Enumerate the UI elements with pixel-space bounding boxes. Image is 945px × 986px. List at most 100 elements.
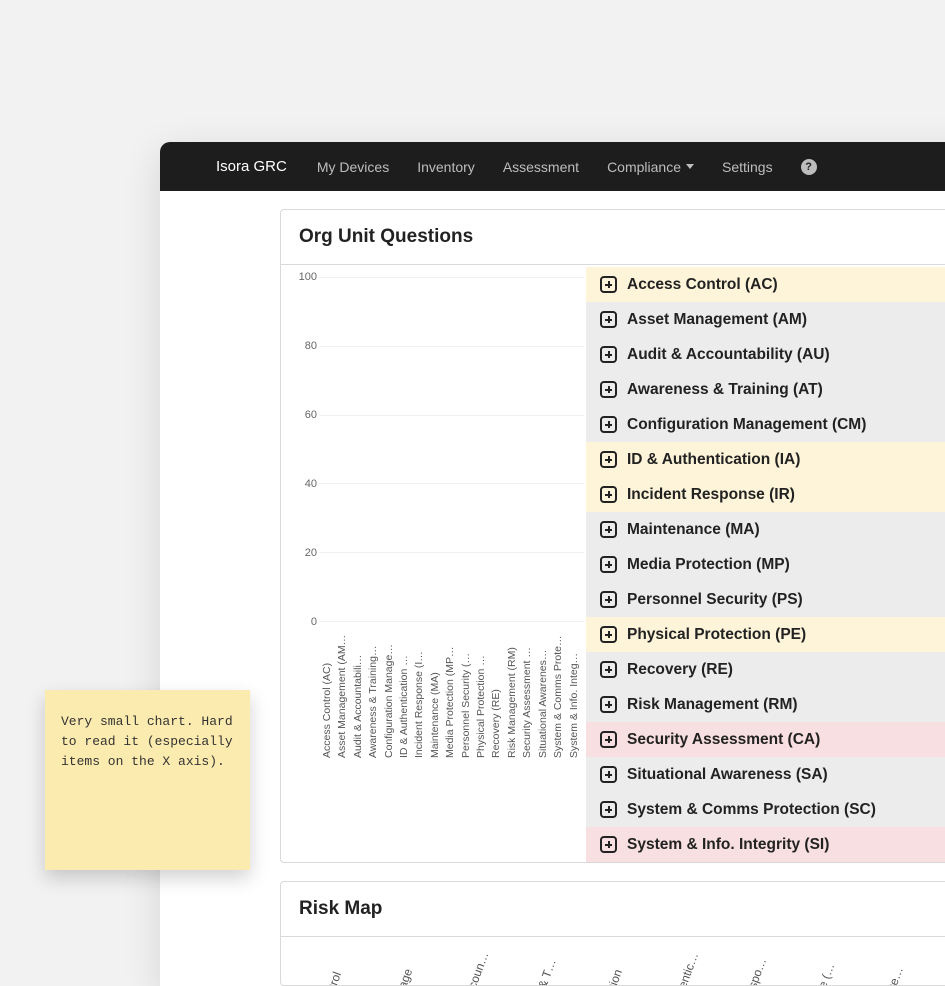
expand-icon [600, 591, 617, 608]
category-item[interactable]: System & Comms Protection (SC) [586, 792, 945, 827]
y-tick: 80 [305, 340, 317, 352]
expand-icon [600, 346, 617, 363]
category-label: Asset Management (AM) [627, 311, 807, 329]
panel-title: Org Unit Questions [281, 210, 945, 265]
nav-inventory[interactable]: Inventory [417, 159, 475, 175]
category-label: Awareness & Training (AT) [627, 381, 823, 399]
category-item[interactable]: Media Protection (MP) [586, 547, 945, 582]
category-item[interactable]: ID & Authentication (IA) [586, 442, 945, 477]
nav-my-devices[interactable]: My Devices [317, 159, 389, 175]
x-label: Risk Management (RM) [506, 622, 520, 762]
chevron-down-icon [686, 164, 694, 169]
category-item[interactable]: Audit & Accountability (AU) [586, 337, 945, 372]
x-label: System & Comms Prote… [552, 622, 566, 762]
risk-x-label: …age [391, 940, 425, 985]
category-label: Physical Protection (PE) [627, 626, 806, 644]
category-item[interactable]: Recovery (RE) [586, 652, 945, 687]
nav-settings[interactable]: Settings [722, 159, 773, 175]
top-nav: Isora GRC My Devices Inventory Assessmen… [160, 142, 945, 191]
expand-icon [600, 416, 617, 433]
nav-assessment[interactable]: Assessment [503, 159, 579, 175]
category-item[interactable]: Risk Management (RM) [586, 687, 945, 722]
x-label: Audit & Accountabili… [352, 622, 366, 762]
category-item[interactable]: Configuration Management (CM) [586, 407, 945, 442]
y-tick: 40 [305, 478, 317, 490]
category-label: Personnel Security (PS) [627, 591, 803, 609]
risk-x-label: …coun… [461, 940, 495, 985]
expand-icon [600, 556, 617, 573]
x-label: Awareness & Training… [367, 622, 381, 762]
risk-map-panel: Risk Map …trol…age…coun……& T……tion…entic… [280, 881, 945, 986]
risk-x-label: …e (… [811, 940, 845, 985]
chart: 0 20 40 60 80 100 Access Control (AC)Asset Ma… [281, 265, 586, 862]
nav-compliance[interactable]: Compliance [607, 159, 694, 175]
category-item[interactable]: Physical Protection (PE) [586, 617, 945, 652]
expand-icon [600, 521, 617, 538]
category-label: Audit & Accountability (AU) [627, 346, 830, 364]
x-label: Security Assessment … [521, 622, 535, 762]
x-label: Incident Response (I… [413, 622, 427, 762]
expand-icon [600, 276, 617, 293]
sticky-note-text: Very small chart. Hard to read it (espec… [61, 714, 233, 769]
expand-icon [600, 451, 617, 468]
category-label: Configuration Management (CM) [627, 416, 866, 434]
x-label: Recovery (RE) [490, 622, 504, 762]
category-label: Incident Response (IR) [627, 486, 795, 504]
category-label: Recovery (RE) [627, 661, 733, 679]
category-label: System & Info. Integrity (SI) [627, 836, 829, 854]
category-item[interactable]: Access Control (AC) [586, 267, 945, 302]
category-item[interactable]: Situational Awareness (SA) [586, 757, 945, 792]
x-label: Maintenance (MA) [429, 622, 443, 762]
category-list: Access Control (AC) Asset Management (AM)… [586, 265, 945, 862]
category-item[interactable]: Security Assessment (CA) [586, 722, 945, 757]
x-label: Configuration Manage… [383, 622, 397, 762]
expand-icon [600, 626, 617, 643]
risk-map-x-labels: …trol…age…coun……& T……tion…entic……spo……e … [281, 937, 945, 985]
x-label: ID & Authentication … [398, 622, 412, 762]
y-tick: 100 [299, 271, 317, 283]
category-label: Access Control (AC) [627, 276, 778, 294]
risk-x-label: …trol [321, 940, 355, 985]
help-icon[interactable]: ? [801, 159, 817, 175]
expand-icon [600, 836, 617, 853]
category-item[interactable]: Awareness & Training (AT) [586, 372, 945, 407]
nav-compliance-label: Compliance [607, 159, 681, 175]
x-label: Physical Protection … [475, 622, 489, 762]
x-label: System & Info. Integ… [568, 622, 582, 762]
risk-map-title: Risk Map [281, 882, 945, 937]
category-label: System & Comms Protection (SC) [627, 801, 876, 819]
category-item[interactable]: Asset Management (AM) [586, 302, 945, 337]
x-label: Asset Management (AM… [336, 622, 350, 762]
expand-icon [600, 696, 617, 713]
risk-x-label: …tion [601, 940, 635, 985]
x-label: Access Control (AC) [321, 622, 335, 762]
category-label: Situational Awareness (SA) [627, 766, 828, 784]
expand-icon [600, 486, 617, 503]
x-label: Personnel Security (… [460, 622, 474, 762]
org-unit-panel: Org Unit Questions 0 20 40 60 80 100 Access C… [280, 209, 945, 863]
category-label: Security Assessment (CA) [627, 731, 820, 749]
category-item[interactable]: Incident Response (IR) [586, 477, 945, 512]
category-label: Media Protection (MP) [627, 556, 790, 574]
category-item[interactable]: Personnel Security (PS) [586, 582, 945, 617]
risk-x-label: …spo… [741, 940, 775, 985]
x-label: Media Protection (MP… [444, 622, 458, 762]
category-item[interactable]: Maintenance (MA) [586, 512, 945, 547]
x-label: Situational Awarenes… [537, 622, 551, 762]
category-label: Maintenance (MA) [627, 521, 760, 539]
category-label: ID & Authentication (IA) [627, 451, 800, 469]
expand-icon [600, 731, 617, 748]
category-label: Risk Management (RM) [627, 696, 798, 714]
expand-icon [600, 801, 617, 818]
brand: Isora GRC [216, 158, 287, 175]
y-tick: 0 [311, 616, 317, 628]
y-tick: 60 [305, 409, 317, 421]
category-item[interactable]: System & Info. Integrity (SI) [586, 827, 945, 862]
expand-icon [600, 766, 617, 783]
app-window: Isora GRC My Devices Inventory Assessmen… [160, 142, 945, 986]
risk-x-label: …entic… [671, 940, 705, 985]
expand-icon [600, 381, 617, 398]
risk-x-label: …te… [881, 940, 915, 985]
sticky-note[interactable]: Very small chart. Hard to read it (espec… [45, 690, 250, 870]
y-tick: 20 [305, 547, 317, 559]
